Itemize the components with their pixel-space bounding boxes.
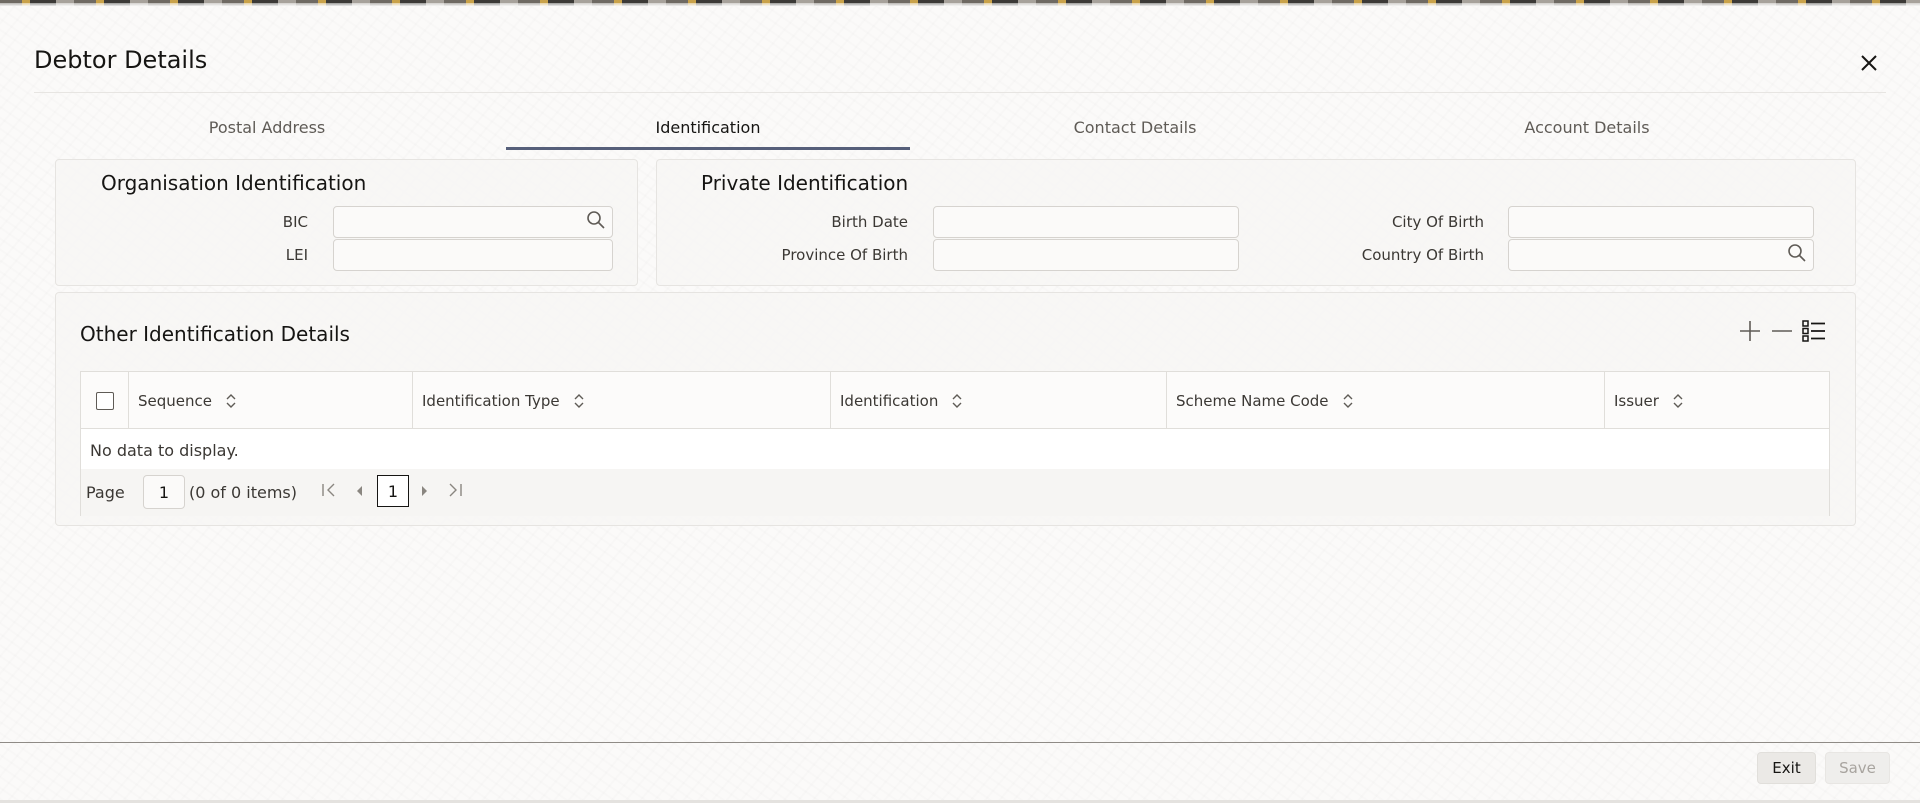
- tab-label: Account Details: [1524, 118, 1650, 137]
- country-of-birth-search-button[interactable]: [1785, 243, 1809, 267]
- column-header-identification-type[interactable]: Identification Type: [413, 372, 831, 429]
- last-page-button[interactable]: [444, 481, 466, 503]
- bic-search-button[interactable]: [584, 210, 608, 234]
- column-header-label: Scheme Name Code: [1176, 391, 1329, 410]
- last-page-icon: [446, 481, 464, 503]
- table-header: Sequence Identification Type Identificat…: [81, 372, 1829, 429]
- add-icon: [1739, 320, 1761, 346]
- column-header-label: Identification: [840, 391, 939, 410]
- select-all-checkbox[interactable]: [95, 391, 114, 410]
- column-header-label: Sequence: [138, 391, 212, 410]
- country-of-birth-input[interactable]: [1508, 239, 1814, 271]
- column-header-label: Issuer: [1614, 391, 1659, 410]
- column-header-sequence[interactable]: Sequence: [129, 372, 413, 429]
- save-button[interactable]: Save: [1825, 752, 1890, 784]
- next-page-button[interactable]: [414, 481, 436, 503]
- exit-button[interactable]: Exit: [1757, 752, 1816, 784]
- close-icon: [1860, 54, 1878, 76]
- add-row-button[interactable]: [1737, 320, 1763, 346]
- column-list-icon: [1802, 320, 1826, 346]
- country-of-birth-label: Country Of Birth: [1361, 246, 1484, 264]
- tab-label: Identification: [655, 118, 761, 137]
- pagination-bar: Page (0 of 0 items) 1: [81, 469, 1829, 516]
- dialog-title: Debtor Details: [34, 46, 208, 74]
- previous-page-button[interactable]: [348, 481, 370, 503]
- sort-icon[interactable]: [1343, 393, 1353, 409]
- bic-label: BIC: [282, 213, 308, 231]
- column-header-label: Identification Type: [422, 391, 560, 410]
- province-of-birth-label: Province Of Birth: [781, 246, 908, 264]
- lei-label: LEI: [285, 246, 308, 264]
- page-number-input[interactable]: [143, 475, 185, 509]
- column-list-button[interactable]: [1801, 320, 1827, 346]
- page-summary: (0 of 0 items): [189, 483, 298, 502]
- sort-icon[interactable]: [226, 393, 236, 409]
- private-identification-title: Private Identification: [701, 171, 909, 195]
- tab-label: Contact Details: [1073, 118, 1197, 137]
- other-identification-table: Sequence Identification Type Identificat…: [80, 371, 1830, 516]
- select-all-cell: [81, 372, 129, 429]
- sort-icon[interactable]: [574, 393, 584, 409]
- city-of-birth-input[interactable]: [1508, 206, 1814, 238]
- previous-page-icon: [353, 483, 365, 502]
- close-button[interactable]: [1856, 52, 1882, 78]
- other-identification-title: Other Identification Details: [80, 322, 350, 346]
- sort-icon[interactable]: [952, 393, 962, 409]
- search-icon: [586, 210, 606, 234]
- page-label: Page: [86, 483, 125, 502]
- column-header-identification[interactable]: Identification: [831, 372, 1167, 429]
- lei-input[interactable]: [333, 239, 613, 271]
- province-of-birth-input[interactable]: [933, 239, 1239, 271]
- organisation-identification-title: Organisation Identification: [101, 171, 367, 195]
- tab-bar: Postal Address Identification Contact De…: [34, 108, 1886, 150]
- search-icon: [1787, 243, 1807, 267]
- column-header-issuer[interactable]: Issuer: [1605, 372, 1829, 429]
- tab-postal-address[interactable]: Postal Address: [34, 108, 500, 150]
- tab-label: Postal Address: [208, 118, 326, 137]
- first-page-button[interactable]: [318, 481, 340, 503]
- footer-divider: [0, 742, 1920, 743]
- first-page-icon: [320, 481, 338, 503]
- sort-icon[interactable]: [1673, 393, 1683, 409]
- remove-icon: [1771, 320, 1793, 346]
- birth-date-label: Birth Date: [831, 213, 908, 231]
- tab-identification[interactable]: Identification: [506, 108, 910, 150]
- column-header-scheme-name-code[interactable]: Scheme Name Code: [1167, 372, 1605, 429]
- tab-account-details[interactable]: Account Details: [1360, 108, 1814, 150]
- current-page-button[interactable]: 1: [377, 475, 409, 507]
- title-divider: [34, 92, 1886, 93]
- birth-date-input[interactable]: [933, 206, 1239, 238]
- next-page-icon: [419, 483, 431, 502]
- remove-row-button[interactable]: [1769, 320, 1795, 346]
- tab-contact-details[interactable]: Contact Details: [910, 108, 1360, 150]
- empty-table-message: No data to display.: [90, 441, 239, 460]
- city-of-birth-label: City Of Birth: [1391, 213, 1484, 231]
- bic-input[interactable]: [333, 206, 613, 238]
